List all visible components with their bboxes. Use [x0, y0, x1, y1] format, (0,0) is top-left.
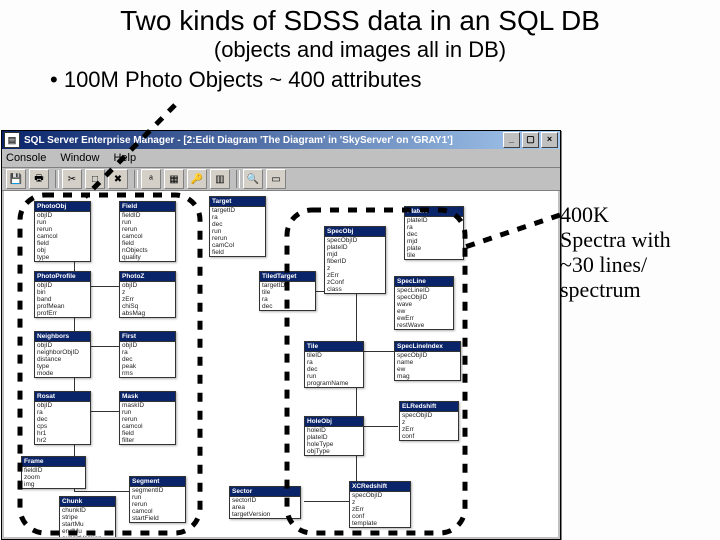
table-specobj[interactable]: SpecObj specObjIDplateIDmjdfiberIDzzErrz… [324, 226, 386, 294]
titlebar[interactable]: ▤ SQL Server Enterprise Manager - [2:Edi… [2, 131, 560, 149]
close-button[interactable]: × [541, 132, 558, 148]
menu-help[interactable]: Help [113, 152, 136, 164]
table-neighbors[interactable]: Neighbors objIDneighborObjIDdistancetype… [34, 331, 91, 378]
table-field[interactable]: Field fieldIDrunreruncamcolfieldnObjects… [119, 201, 176, 262]
menu-console[interactable]: Console [6, 152, 46, 164]
table-mask[interactable]: Mask maskIDrunreruncamcolfieldfilter [119, 391, 176, 445]
minimize-button[interactable]: _ [503, 132, 520, 148]
table-tile[interactable]: Tile tileIDradecrunprogramName [304, 341, 364, 388]
table-specline[interactable]: SpecLine specLineIDspecObjIDwaveewewErrr… [394, 276, 454, 330]
table-tiledtarget[interactable]: TiledTarget targetIDtileradec [259, 271, 316, 311]
table-header: PhotoObj [35, 202, 90, 212]
diagram-canvas[interactable]: PhotoObj objIDrunreruncamcolfieldobjtype… [4, 191, 558, 537]
table-photoobj[interactable]: PhotoObj objIDrunreruncamcolfieldobjtype [34, 201, 91, 262]
table-elredshift[interactable]: ELRedshift specObjIDzzErrconf [399, 401, 459, 441]
slide-subtitle: (objects and images all in DB) [0, 37, 720, 63]
window-title: SQL Server Enterprise Manager - [2:Edit … [24, 135, 501, 146]
table-rosat[interactable]: Rosat objIDradeccpshr1hr2 [34, 391, 91, 445]
maximize-button[interactable]: ▢ [522, 132, 539, 148]
side-line-3: ~30 lines/ [560, 252, 720, 277]
menu-window[interactable]: Window [60, 152, 99, 164]
table-first[interactable]: First objIDradecpeakrms [119, 331, 176, 378]
table-platex[interactable]: PlateX plateIDradecmjdplatetile [404, 206, 464, 260]
side-line-1: 400K [560, 202, 720, 227]
slide-title: Two kinds of SDSS data in an SQL DB [0, 0, 720, 37]
tool-print-icon[interactable]: 🖶 [29, 169, 49, 189]
table-segment[interactable]: Segment segmentIDrunreruncamcolstartFiel… [129, 476, 186, 523]
bullet-1: 100M Photo Objects ~ 400 attributes [0, 67, 720, 93]
tool-table-icon[interactable]: ▦ [164, 169, 184, 189]
table-target[interactable]: Target targetIDradecrunreruncamColfield [209, 196, 266, 257]
tool-new-icon[interactable]: □ [85, 169, 105, 189]
table-chunk[interactable]: Chunk chunkIDstripestartMuendMuexportVer… [59, 496, 116, 537]
table-holeobj[interactable]: HoleObj holeIDplateIDholeTypeobjType [304, 416, 364, 456]
table-photoprofile[interactable]: PhotoProfile objIDbinbandprofMeanprofErr [34, 271, 91, 318]
tool-zoom-icon[interactable]: 🔍 [243, 169, 263, 189]
tool-cut-icon[interactable]: ✂ [62, 169, 82, 189]
toolbar: 💾 🖶 ✂ □ ✖ ᵃ ▦ 🔑 ▥ 🔍 ▭ [2, 168, 560, 191]
table-frame[interactable]: Frame fieldIDzoomimg [21, 456, 86, 489]
spectra-annotation: 400K Spectra with ~30 lines/ spectrum [560, 202, 720, 302]
enterprise-manager-window: ▤ SQL Server Enterprise Manager - [2:Edi… [1, 130, 561, 540]
table-speclineindex[interactable]: SpecLineIndex specObjIDnameewmag [394, 341, 461, 381]
side-line-4: spectrum [560, 277, 720, 302]
tool-save-icon[interactable]: 💾 [6, 169, 26, 189]
tool-grid-icon[interactable]: ▥ [210, 169, 230, 189]
table-photoz[interactable]: PhotoZ objIDzzErrchiSqabsMag [119, 271, 176, 318]
tool-del-icon[interactable]: ✖ [108, 169, 128, 189]
tool-page-icon[interactable]: ▭ [266, 169, 286, 189]
table-xcredshift[interactable]: XCRedshift specObjIDzzErrconftemplate [349, 481, 411, 528]
tool-text-icon[interactable]: ᵃ [141, 169, 161, 189]
tool-key-icon[interactable]: 🔑 [187, 169, 207, 189]
app-icon: ▤ [4, 132, 20, 148]
menubar[interactable]: Console Window Help [2, 149, 560, 168]
table-sector[interactable]: Sector sectorIDareatargetVersion [229, 486, 301, 519]
side-line-2: Spectra with [560, 227, 720, 252]
